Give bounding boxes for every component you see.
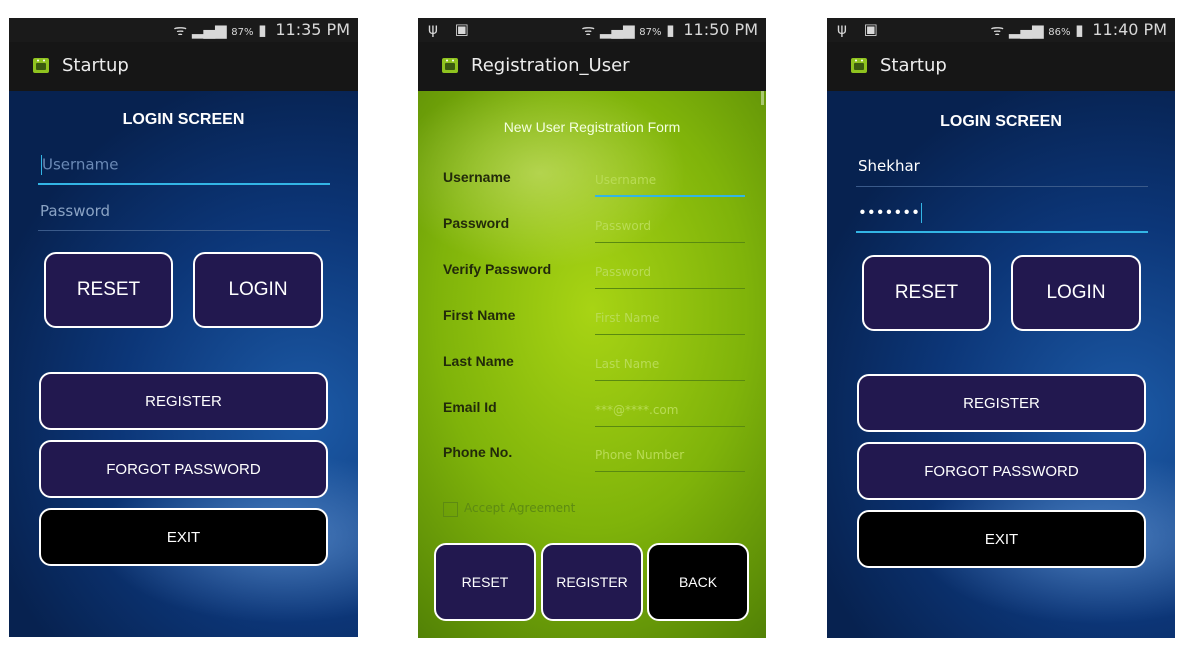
status-time: 11:35 PM xyxy=(275,20,350,39)
email-label: Email Id xyxy=(443,399,497,415)
accept-agreement-checkbox[interactable] xyxy=(443,502,458,517)
battery-percent: 87% xyxy=(639,27,662,38)
reg-email-input[interactable]: ***@****.com xyxy=(595,403,745,427)
reg-register-button[interactable]: REGISTER xyxy=(541,543,643,621)
signal-icon: ▂▄▆ xyxy=(599,21,635,39)
status-time: 11:50 PM xyxy=(683,20,758,39)
reset-button[interactable]: RESET xyxy=(44,252,173,328)
accept-agreement-label[interactable]: Accept Agreement xyxy=(464,501,575,515)
status-bar: ψ ▣ ᯤ ▂▄▆ 86% ▮ 11:40 PM xyxy=(827,18,1175,42)
reg-username-placeholder: Username xyxy=(595,173,657,187)
action-bar: Startup xyxy=(827,42,1175,91)
reg-phone-input[interactable]: Phone Number xyxy=(595,448,745,472)
register-button[interactable]: REGISTER xyxy=(857,374,1146,432)
battery-icon: ▮ xyxy=(258,21,267,39)
status-left-icons: ψ ▣ xyxy=(428,20,475,38)
status-right: ᯤ ▂▄▆ 87% ▮ 11:50 PM xyxy=(581,20,758,40)
reset-button[interactable]: RESET xyxy=(862,255,991,331)
registration-content: New User Registration Form Username User… xyxy=(418,91,766,638)
last-name-label: Last Name xyxy=(443,353,514,369)
password-value: ••••••• xyxy=(858,203,920,222)
app-title: Startup xyxy=(880,55,947,76)
first-name-label: First Name xyxy=(443,307,516,323)
wifi-icon: ᯤ xyxy=(581,21,596,39)
exit-button[interactable]: EXIT xyxy=(857,510,1146,568)
login-content: LOGIN SCREEN Username Password RESET LOG… xyxy=(9,91,358,637)
login-button[interactable]: LOGIN xyxy=(1011,255,1141,331)
back-button[interactable]: BACK xyxy=(647,543,749,621)
screen-heading: LOGIN SCREEN xyxy=(940,113,1062,130)
username-value: Shekhar xyxy=(858,157,920,175)
registration-screen: ψ ▣ ᯤ ▂▄▆ 87% ▮ 11:50 PM Registration_Us… xyxy=(418,18,766,638)
battery-icon: ▮ xyxy=(1075,21,1084,39)
password-label: Password xyxy=(443,215,510,231)
forgot-password-button[interactable]: FORGOT PASSWORD xyxy=(857,442,1146,500)
wifi-icon: ᯤ xyxy=(173,21,188,39)
status-right: ᯤ ▂▄▆ 87% ▮ 11:35 PM xyxy=(173,20,350,40)
form-heading: New User Registration Form xyxy=(503,119,681,135)
login-screen-empty: ᯤ ▂▄▆ 87% ▮ 11:35 PM Startup LOGIN SCREE… xyxy=(9,18,358,637)
reg-verify-password-placeholder: Password xyxy=(595,265,652,279)
status-bar: ᯤ ▂▄▆ 87% ▮ 11:35 PM xyxy=(9,18,358,42)
text-caret xyxy=(920,203,922,223)
password-placeholder: Password xyxy=(40,202,111,220)
password-field[interactable]: ••••••• xyxy=(856,203,1148,233)
reg-password-placeholder: Password xyxy=(595,219,652,233)
login-button[interactable]: LOGIN xyxy=(193,252,323,328)
app-title: Registration_User xyxy=(471,55,630,76)
wifi-icon: ᯤ xyxy=(990,21,1005,39)
status-right: ᯤ ▂▄▆ 86% ▮ 11:40 PM xyxy=(990,20,1167,40)
reg-first-name-input[interactable]: First Name xyxy=(595,311,745,335)
phone-label: Phone No. xyxy=(443,444,513,460)
reg-reset-button[interactable]: RESET xyxy=(434,543,536,621)
reg-first-name-placeholder: First Name xyxy=(595,311,660,325)
android-app-icon xyxy=(851,58,867,73)
reg-password-input[interactable]: Password xyxy=(595,219,745,243)
screen-heading: LOGIN SCREEN xyxy=(122,111,245,128)
android-app-icon xyxy=(33,58,49,73)
reg-username-input[interactable]: Username xyxy=(595,173,745,197)
forgot-password-button[interactable]: FORGOT PASSWORD xyxy=(39,440,328,498)
status-left-icons: ψ ▣ xyxy=(837,20,884,38)
register-button[interactable]: REGISTER xyxy=(39,372,328,430)
reg-email-placeholder: ***@****.com xyxy=(595,403,679,417)
reg-last-name-placeholder: Last Name xyxy=(595,357,660,371)
status-bar: ψ ▣ ᯤ ▂▄▆ 87% ▮ 11:50 PM xyxy=(418,18,766,42)
battery-icon: ▮ xyxy=(666,21,675,39)
username-field[interactable]: Username xyxy=(38,155,330,185)
signal-icon: ▂▄▆ xyxy=(191,21,227,39)
username-label: Username xyxy=(443,169,511,185)
battery-percent: 86% xyxy=(1048,27,1071,38)
login-screen-filled: ψ ▣ ᯤ ▂▄▆ 86% ▮ 11:40 PM Startup LOGIN S… xyxy=(827,18,1175,638)
verify-password-label: Verify Password xyxy=(443,261,552,277)
login-content: LOGIN SCREEN Shekhar ••••••• RESET LOGIN… xyxy=(827,91,1175,638)
password-field[interactable]: Password xyxy=(38,202,330,231)
reg-last-name-input[interactable]: Last Name xyxy=(595,357,745,381)
reg-phone-placeholder: Phone Number xyxy=(595,448,685,462)
action-bar: Registration_User xyxy=(418,42,766,91)
signal-icon: ▂▄▆ xyxy=(1008,21,1044,39)
app-title: Startup xyxy=(62,55,129,76)
action-bar: Startup xyxy=(9,42,358,91)
username-field[interactable]: Shekhar xyxy=(856,157,1148,187)
battery-percent: 87% xyxy=(231,27,254,38)
scrollbar[interactable] xyxy=(761,91,764,105)
status-time: 11:40 PM xyxy=(1092,20,1167,39)
username-placeholder: Username xyxy=(42,155,119,174)
reg-verify-password-input[interactable]: Password xyxy=(595,265,745,289)
exit-button[interactable]: EXIT xyxy=(39,508,328,566)
android-app-icon xyxy=(442,58,458,73)
